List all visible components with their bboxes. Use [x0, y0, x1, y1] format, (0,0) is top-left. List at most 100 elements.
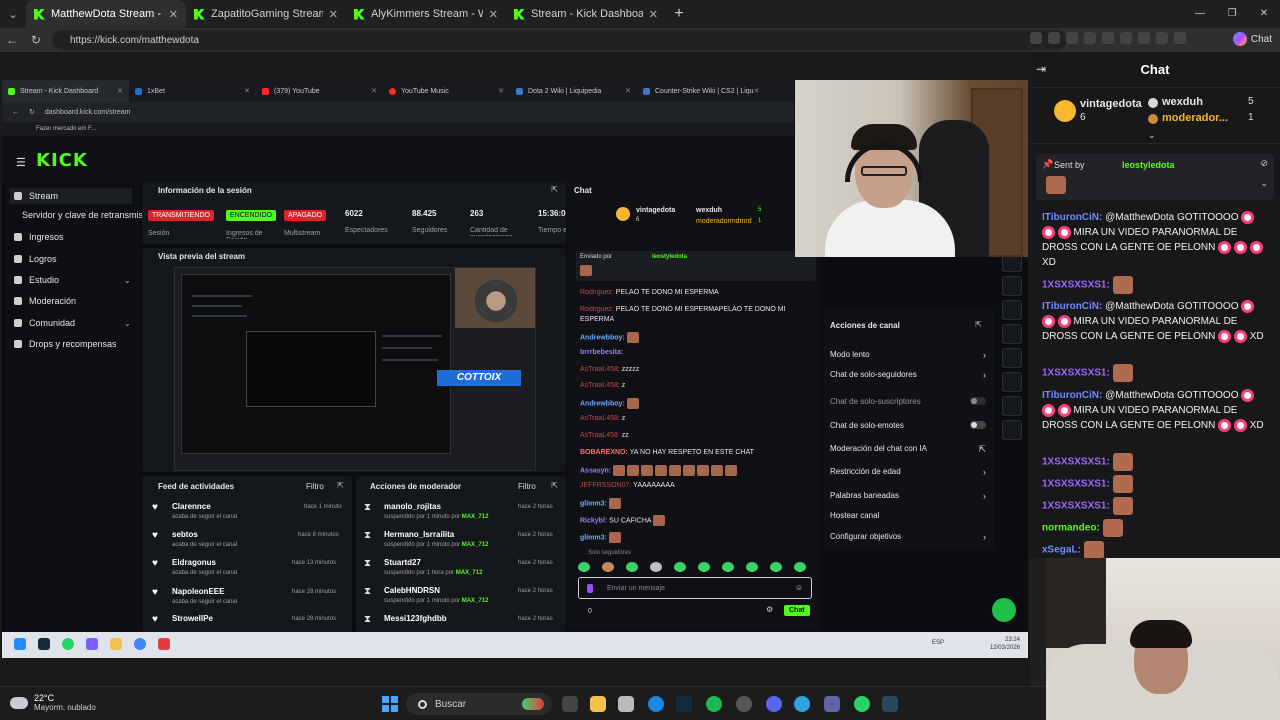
- copilot-chat-button[interactable]: Chat: [1232, 32, 1272, 46]
- gifter-name[interactable]: moderador...: [1162, 112, 1228, 124]
- discord-icon[interactable]: [766, 696, 782, 712]
- youtube-music-favicon-icon: [389, 87, 396, 95]
- url-field[interactable]: https://kick.com/matthewdota: [52, 30, 1067, 50]
- emote-icon: [626, 562, 638, 572]
- search-placeholder: Buscar: [435, 698, 467, 710]
- emote-icon: [1112, 475, 1133, 493]
- taskbar-search[interactable]: Buscar: [406, 693, 552, 715]
- back-icon[interactable]: ←: [0, 33, 24, 47]
- chevron-right-icon: ›: [983, 370, 986, 380]
- on-badge: ENCENDIDO: [226, 210, 277, 221]
- chat-count: 0: [588, 608, 592, 615]
- heart-icon: ♥: [152, 614, 158, 625]
- steam-icon[interactable]: [676, 696, 692, 712]
- sidebar-item-stream: Stream: [10, 188, 132, 204]
- gifter-name[interactable]: wexduh: [1162, 96, 1203, 108]
- copilot-icon: [1232, 32, 1247, 46]
- chat-message: Assasyn:: [580, 465, 737, 476]
- close-tab-icon[interactable]: ✕: [489, 8, 498, 21]
- steam-icon[interactable]: [882, 696, 898, 712]
- chevron-right-icon: ›: [983, 467, 986, 477]
- emote-icon: [674, 562, 686, 572]
- quick-action-icon: [1002, 324, 1022, 344]
- inner-tab: YouTube Music ✕: [383, 80, 510, 102]
- telegram-icon[interactable]: [794, 696, 810, 712]
- close-tab-icon[interactable]: ✕: [169, 8, 178, 21]
- mod-action-time: hace 2 horas: [518, 532, 553, 538]
- chat-message: normandeo:: [1042, 519, 1264, 537]
- reload-icon[interactable]: ↻: [24, 33, 48, 47]
- channel-actions-title: Acciones de canal: [830, 321, 900, 330]
- kick-favicon-icon: [34, 8, 45, 20]
- emote-icon: [650, 562, 662, 572]
- sidebar-item-community: Comunidad ⌄: [14, 318, 134, 328]
- sidebar-item-studio: Estudio ⌄: [14, 275, 134, 285]
- favorites-icon[interactable]: [1138, 32, 1150, 44]
- quick-action-icon: [1002, 372, 1022, 392]
- store-icon[interactable]: [618, 696, 634, 712]
- close-tab-icon[interactable]: ✕: [329, 8, 338, 21]
- task-view-icon[interactable]: [562, 696, 578, 712]
- read-aloud-icon[interactable]: [1066, 32, 1078, 44]
- inner-tab: Counter-Strike Wiki | CS2 | Liqu ✕: [637, 80, 764, 102]
- chevron-down-icon[interactable]: ⌄: [1260, 178, 1268, 189]
- translate-icon[interactable]: [1030, 32, 1042, 44]
- new-tab-button[interactable]: +: [666, 5, 692, 23]
- preview-nested-screen: [246, 331, 376, 407]
- feed-item: ♥ Eldragonus acaba de seguir el canal: [152, 558, 238, 576]
- session-info-title: Información de la sesión: [158, 186, 252, 195]
- menu-icon: ☰: [16, 157, 26, 169]
- spotify-icon[interactable]: [706, 696, 722, 712]
- weather-widget[interactable]: 22°C Mayorm. nublado: [10, 693, 96, 713]
- quick-action-icon: [1002, 276, 1022, 296]
- activity-feed-title: Feed de actividades: [158, 482, 235, 491]
- mod-action-item: ⧗ Stuartd27 suspendido por 1 hora por MAX_…: [364, 558, 483, 576]
- browser-tab-1[interactable]: ZapatitoGaming Stream - Watch Li ✕: [186, 0, 346, 28]
- top-gifter-name: vintagedota: [636, 207, 676, 214]
- emote-icon: [608, 532, 621, 543]
- whatsapp-icon[interactable]: [854, 696, 870, 712]
- browser-tab-3[interactable]: Stream - Kick Dashboard ✕: [506, 0, 666, 28]
- file-explorer-icon[interactable]: [590, 696, 606, 712]
- off-badge: APAGADO: [284, 210, 327, 221]
- silver-medal-icon: [1148, 98, 1158, 108]
- edge-icon[interactable]: [648, 696, 664, 712]
- expand-leaderboard-icon[interactable]: ⌄: [1148, 130, 1156, 141]
- emote-icon: [1112, 276, 1133, 294]
- settings-gear-icon: ⚙: [766, 605, 774, 614]
- channel-actions-panel: Acciones de canal ⇱ Modo lento › Chat de …: [824, 310, 994, 550]
- extensions-puzzle-icon[interactable]: [1120, 32, 1132, 44]
- zoom-icon[interactable]: [1048, 32, 1060, 44]
- mod-action-time: hace 2 horas: [518, 588, 553, 594]
- bookmark-bar: Fazer mercado em F...: [2, 122, 794, 136]
- gifter-name[interactable]: vintagedota: [1080, 98, 1142, 110]
- chat-message: 1XSXSXSXS1:: [1042, 497, 1264, 515]
- more-menu-icon[interactable]: [1174, 32, 1186, 44]
- close-tab-icon[interactable]: ✕: [649, 8, 658, 21]
- extension-icon[interactable]: [1102, 32, 1114, 44]
- popout-icon: ⇱: [975, 320, 982, 329]
- close-window-icon[interactable]: ✕: [1248, 0, 1280, 28]
- gifter-count: 6: [1080, 112, 1086, 123]
- emote-icon: [602, 562, 614, 572]
- tab-title: MatthewDota Stream - Watch Live: [51, 8, 163, 20]
- pinned-user[interactable]: leostyledota: [1122, 160, 1175, 170]
- chat-message: ITiburonCiN: @MatthewDota GOTITOOOO MIRA…: [1042, 299, 1264, 343]
- browser-tab-2[interactable]: AlyKimmers Stream - Watch Live o ✕: [346, 0, 506, 28]
- maximize-icon[interactable]: ❐: [1216, 0, 1248, 28]
- windows-start-icon[interactable]: [382, 696, 398, 712]
- teams-icon[interactable]: [824, 696, 840, 712]
- profile-icon[interactable]: [1156, 32, 1168, 44]
- favorite-star-icon[interactable]: [1084, 32, 1096, 44]
- unpin-icon[interactable]: ⊘: [1260, 158, 1268, 169]
- action-row: Moderación del chat con IA ⇱: [830, 444, 986, 454]
- heart-icon: ♥: [152, 558, 158, 569]
- quick-action-icon: [1002, 420, 1022, 440]
- mod-actions-panel: Acciones de moderador Filtro ⇱ ⧗ manolo_r…: [356, 476, 566, 632]
- app-icon[interactable]: [736, 696, 752, 712]
- tab-actions-menu[interactable]: ⌄: [0, 0, 26, 28]
- browser-tab-0[interactable]: MatthewDota Stream - Watch Live ✕: [26, 0, 186, 28]
- minimize-icon[interactable]: —: [1184, 0, 1216, 28]
- tab-title: AlyKimmers Stream - Watch Live o: [371, 8, 483, 20]
- chevron-right-icon: ›: [983, 491, 986, 501]
